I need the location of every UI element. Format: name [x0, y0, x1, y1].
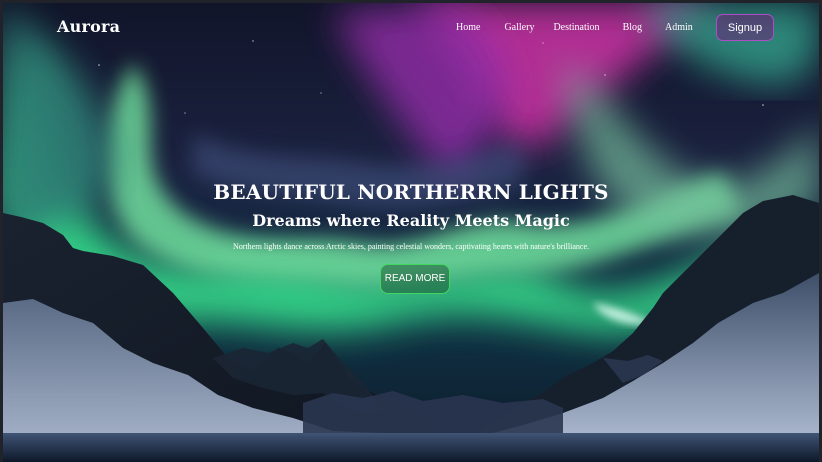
nav-link-blog[interactable]: Blog [623, 22, 642, 33]
nav-link-destination[interactable]: Destination [553, 22, 599, 33]
nav-link-admin[interactable]: Admin [665, 22, 693, 33]
brand-logo[interactable]: Aurora [57, 17, 120, 36]
hero-section: Aurora Home Gallery Destination Blog Adm… [3, 3, 819, 462]
app-frame: Aurora Home Gallery Destination Blog Adm… [0, 0, 822, 462]
nav-link-home[interactable]: Home [456, 22, 480, 33]
signup-button[interactable]: Signup [716, 14, 774, 41]
hero-copy: BEAUTIFUL NORTHERRN LIGHTS Dreams where … [3, 179, 819, 252]
top-navbar: Aurora Home Gallery Destination Blog Adm… [3, 3, 819, 55]
read-more-button[interactable]: READ MORE [380, 264, 450, 294]
nav-links: Home Gallery Destination Blog Admin [456, 22, 693, 33]
hero-title: BEAUTIFUL NORTHERRN LIGHTS [213, 180, 609, 204]
nav-link-gallery[interactable]: Gallery [504, 22, 534, 33]
hero-subtitle: Dreams where Reality Meets Magic [252, 211, 570, 230]
hero-description: Northern lights dance across Arctic skie… [233, 242, 589, 251]
